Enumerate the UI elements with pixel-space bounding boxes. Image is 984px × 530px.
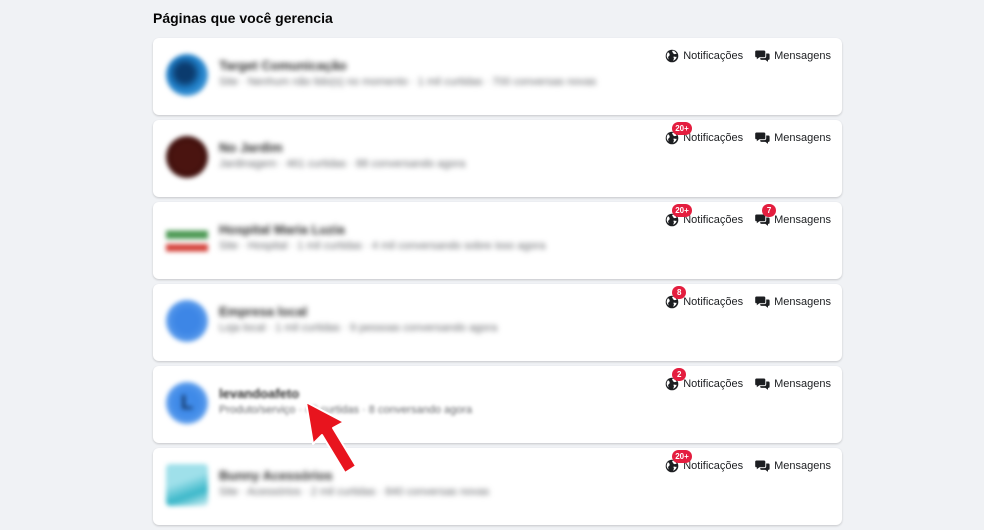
messages-button[interactable]: Mensagens — [755, 459, 831, 473]
page-card[interactable]: Empresa local Loja local · 1 mil curtida… — [153, 284, 842, 361]
notifications-label: Notificações — [683, 132, 744, 144]
page-avatar[interactable] — [166, 54, 208, 96]
notifications-button[interactable]: Notificações — [665, 49, 743, 63]
page-avatar[interactable] — [166, 136, 208, 178]
page-avatar[interactable] — [166, 300, 208, 342]
page-meta: Site · Hospital · 1 mil curtidas · 4 mil… — [219, 240, 546, 252]
page-name[interactable]: levandoafeto — [219, 386, 519, 401]
notifications-button[interactable]: 2 Notificações — [665, 368, 744, 391]
managed-pages-list: Target Comunicação Site · Nenhum não lid… — [153, 38, 842, 530]
page-meta: Jardinagem · 461 curtidas · 88 conversan… — [219, 158, 466, 170]
notifications-label: Notificações — [683, 296, 744, 308]
notifications-badge: 20+ — [672, 122, 692, 135]
page-meta: Site · Acessórios · 2 mil curtidas · 840… — [219, 486, 490, 498]
messages-button[interactable]: Mensagens — [755, 49, 831, 63]
messages-label: Mensagens — [774, 460, 831, 472]
notifications-button[interactable]: 8 Notificações — [665, 286, 744, 309]
messages-label: Mensagens — [774, 214, 831, 226]
notifications-badge: 20+ — [672, 204, 692, 217]
messages-label: Mensagens — [774, 132, 831, 144]
notifications-label: Notificações — [683, 214, 744, 226]
notifications-button[interactable]: 20+ Notificações — [665, 450, 744, 473]
messages-label: Mensagens — [774, 296, 831, 308]
page-name[interactable]: Hospital Maria Luzia — [219, 222, 519, 237]
notifications-label: Notificações — [683, 50, 744, 62]
annotation-arrow-icon — [305, 401, 357, 474]
page-meta: Produto/serviço · 43 curtidas · 8 conver… — [219, 404, 473, 416]
page-card[interactable]: L levandoafeto Produto/serviço · 43 curt… — [153, 366, 842, 443]
page-card[interactable]: Hospital Maria Luzia Site · Hospital · 1… — [153, 202, 842, 279]
messages-label: Mensagens — [774, 378, 831, 390]
chat-bubbles-icon — [755, 132, 770, 144]
notifications-badge: 2 — [672, 368, 687, 381]
page-meta: Loja local · 1 mil curtidas · 9 pessoas … — [219, 322, 498, 334]
notifications-label: Notificações — [683, 378, 744, 390]
globe-icon — [665, 49, 679, 63]
page-name[interactable]: Empresa local — [219, 304, 519, 319]
notifications-button[interactable]: 20+ Notificações — [665, 204, 744, 227]
notifications-badge: 8 — [672, 286, 687, 299]
messages-button[interactable]: Mensagens — [755, 377, 831, 391]
notifications-badge: 20+ — [672, 450, 692, 463]
page-name[interactable]: Bunny Acessórios — [219, 468, 519, 483]
messages-button[interactable]: 7 Mensagens — [755, 204, 831, 227]
page-card[interactable]: Bunny Acessórios Site · Acessórios · 2 m… — [153, 448, 842, 525]
chat-bubbles-icon — [755, 50, 770, 62]
page-avatar[interactable]: L — [166, 382, 208, 424]
messages-button[interactable]: Mensagens — [755, 131, 831, 145]
chat-bubbles-icon — [755, 296, 770, 308]
messages-badge: 7 — [762, 204, 777, 217]
page-name[interactable]: Target Comunicação — [219, 58, 519, 73]
page-card[interactable]: Target Comunicação Site · Nenhum não lid… — [153, 38, 842, 115]
chat-bubbles-icon — [755, 460, 770, 472]
chat-bubbles-icon — [755, 378, 770, 390]
messages-label: Mensagens — [774, 50, 831, 62]
notifications-button[interactable]: 20+ Notificações — [665, 122, 744, 145]
page-avatar[interactable] — [166, 218, 208, 260]
page-avatar[interactable] — [166, 464, 208, 506]
page-name[interactable]: No Jardim — [219, 140, 519, 155]
page-meta: Site · Nenhum não lido(s) no momento · 1… — [219, 76, 597, 88]
page-card[interactable]: No Jardim Jardinagem · 461 curtidas · 88… — [153, 120, 842, 197]
messages-button[interactable]: Mensagens — [755, 295, 831, 309]
section-title: Páginas que você gerencia — [153, 10, 333, 26]
notifications-label: Notificações — [683, 460, 744, 472]
